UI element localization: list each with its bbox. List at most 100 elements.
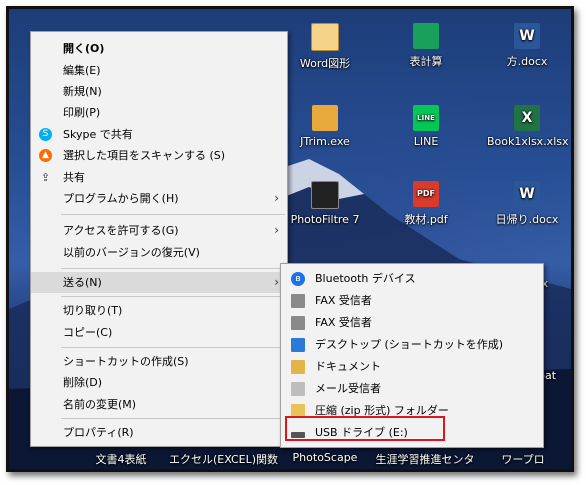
desktop-background: Word図形 表計算 W 方.docx JTrim.exe LINE LINE … <box>9 9 571 469</box>
spreadsheet-app-icon <box>413 23 439 49</box>
menu-item-edit[interactable]: 編集(E) <box>31 60 287 81</box>
desktop-icon-label: PhotoFiltre 7 <box>290 213 360 226</box>
desktop-icon-label: 方.docx <box>506 55 548 68</box>
menu-item-scan[interactable]: ▲ 選択した項目をスキャンする (S) <box>31 145 287 166</box>
menu-item-label: 印刷(P) <box>63 106 101 119</box>
desktop-icon-shogai[interactable]: 生涯学習推進センタ <box>369 451 481 467</box>
desktop-icon-label: JTrim.exe <box>300 135 350 148</box>
menu-item-label: 以前のバージョンの復元(V) <box>63 246 200 259</box>
menu-item-label: アクセスを許可する(G) <box>63 224 179 237</box>
menu-item-label: デスクトップ (ショートカットを作成) <box>315 338 504 351</box>
menu-item-rename[interactable]: 名前の変更(M) <box>31 394 287 415</box>
desktop-icon-docx-top[interactable]: W 方.docx <box>487 23 567 69</box>
menu-item-label: 開く(O) <box>63 42 105 55</box>
menu-item-label: 削除(D) <box>63 376 103 389</box>
desktop-icon-jtrim[interactable]: JTrim.exe <box>285 105 365 148</box>
menu-item-label: 名前の変更(M) <box>63 398 137 411</box>
context-menu: 開く(O) 編集(E) 新規(N) 印刷(P) S Skype で共有 ▲ 選択… <box>30 31 288 447</box>
menu-separator <box>61 214 285 215</box>
chevron-right-icon: › <box>274 275 279 289</box>
excel-doc-icon: X <box>514 105 540 131</box>
fax-icon <box>291 294 305 308</box>
menu-item-create-shortcut[interactable]: ショートカットの作成(S) <box>31 351 287 372</box>
desktop-icon-higaeri[interactable]: W 日帰り.docx <box>487 181 567 227</box>
desktop-icon-label: エクセル(EXCEL)関数 <box>169 453 279 466</box>
desktop-icon-label: LINE <box>413 135 439 148</box>
photofiltre-app-icon <box>311 181 339 209</box>
desktop-icon-photoscape[interactable]: PhotoScape <box>285 451 365 464</box>
desktop-icon-label: 教材.pdf <box>404 213 448 226</box>
share-icon: ⇪ <box>40 171 51 184</box>
folder-icon <box>311 23 339 51</box>
desktop-icon-label: Book1xlsx.xlsx <box>487 135 569 148</box>
menu-item-open-with[interactable]: プログラムから開く(H) › <box>31 188 287 209</box>
desktop-icon-photofiltre[interactable]: PhotoFiltre 7 <box>285 181 365 226</box>
menu-item-label: コピー(C) <box>63 326 113 339</box>
chevron-right-icon: › <box>274 191 279 205</box>
word-doc-icon: W <box>514 23 540 49</box>
desktop-icon-label: 表計算 <box>409 55 443 68</box>
documents-icon <box>291 360 305 374</box>
menu-separator <box>61 268 285 269</box>
desktop-icon-book1[interactable]: X Book1xlsx.xlsx <box>487 105 569 148</box>
menu-separator <box>61 418 285 419</box>
menu-item-copy[interactable]: コピー(C) <box>31 322 287 343</box>
menu-item-label: 共有 <box>63 171 85 184</box>
menu-item-give-access[interactable]: アクセスを許可する(G) › <box>31 220 287 241</box>
menu-item-label: FAX 受信者 <box>315 294 372 307</box>
desktop-icon-wapro[interactable]: ワープロ <box>495 451 551 467</box>
pdf-doc-icon: PDF <box>413 181 439 207</box>
desktop-icon-label: PhotoScape <box>292 451 358 464</box>
desktop-icon-bunsho4[interactable]: 文書4表紙 <box>81 451 161 467</box>
menu-item-label: 送る(N) <box>63 276 102 289</box>
menu-item-print[interactable]: 印刷(P) <box>31 102 287 123</box>
send-to-bluetooth[interactable]: ʙ Bluetooth デバイス <box>281 268 543 289</box>
menu-item-restore-versions[interactable]: 以前のバージョンの復元(V) <box>31 242 287 263</box>
desktop-icon-label: 生涯学習推進センタ <box>375 453 475 466</box>
menu-separator <box>61 296 285 297</box>
menu-item-label: FAX 受信者 <box>315 316 372 329</box>
menu-item-label: ドキュメント <box>315 360 381 373</box>
menu-item-label: 切り取り(T) <box>63 304 123 317</box>
menu-item-open[interactable]: 開く(O) <box>31 38 287 59</box>
send-to-mail[interactable]: メール受信者 <box>281 378 543 399</box>
desktop-icon-hyokeisan[interactable]: 表計算 <box>386 23 466 69</box>
desktop-icon-kyouzai-pdf[interactable]: PDF 教材.pdf <box>386 181 466 227</box>
line-app-icon: LINE <box>413 105 439 131</box>
menu-item-new[interactable]: 新規(N) <box>31 81 287 102</box>
desktop-icon-label: 日帰り.docx <box>495 213 559 226</box>
menu-item-share[interactable]: ⇪ 共有 <box>31 167 287 188</box>
menu-item-skype-share[interactable]: S Skype で共有 <box>31 124 287 145</box>
send-to-fax-1[interactable]: FAX 受信者 <box>281 290 543 311</box>
send-to-documents[interactable]: ドキュメント <box>281 356 543 377</box>
menu-item-send-to[interactable]: 送る(N) › <box>31 272 287 293</box>
fax-icon <box>291 316 305 330</box>
desktop-icon-word-shape[interactable]: Word図形 <box>285 23 365 71</box>
desktop-icon-line[interactable]: LINE LINE <box>386 105 466 148</box>
menu-item-delete[interactable]: 削除(D) <box>31 372 287 393</box>
scan-icon: ▲ <box>39 149 52 162</box>
bluetooth-icon: ʙ <box>291 272 305 286</box>
desktop-icon-excel-kansu[interactable]: エクセル(EXCEL)関数 <box>169 451 279 467</box>
menu-item-label: メール受信者 <box>315 382 381 395</box>
menu-item-label: ショートカットの作成(S) <box>63 355 189 368</box>
menu-item-cut[interactable]: 切り取り(T) <box>31 300 287 321</box>
skype-icon: S <box>39 128 52 141</box>
desktop-icon <box>291 338 305 352</box>
send-to-fax-2[interactable]: FAX 受信者 <box>281 312 543 333</box>
menu-item-label: 編集(E) <box>63 64 101 77</box>
desktop-icon-label: ワープロ <box>501 453 545 466</box>
menu-item-label: Skype で共有 <box>63 128 133 141</box>
usb-drive-highlight-box <box>285 416 445 441</box>
menu-item-label: Bluetooth デバイス <box>315 272 416 285</box>
menu-item-properties[interactable]: プロパティ(R) <box>31 422 287 443</box>
menu-separator <box>61 347 285 348</box>
mail-icon <box>291 382 305 396</box>
menu-item-label: プログラムから開く(H) <box>63 192 179 205</box>
desktop-icon-label: 文書4表紙 <box>95 453 147 466</box>
desktop-icon-label: Word図形 <box>299 57 351 70</box>
menu-item-label: 選択した項目をスキャンする (S) <box>63 149 226 162</box>
menu-item-label: プロパティ(R) <box>63 426 134 439</box>
menu-item-label: 新規(N) <box>63 85 102 98</box>
send-to-desktop[interactable]: デスクトップ (ショートカットを作成) <box>281 334 543 355</box>
